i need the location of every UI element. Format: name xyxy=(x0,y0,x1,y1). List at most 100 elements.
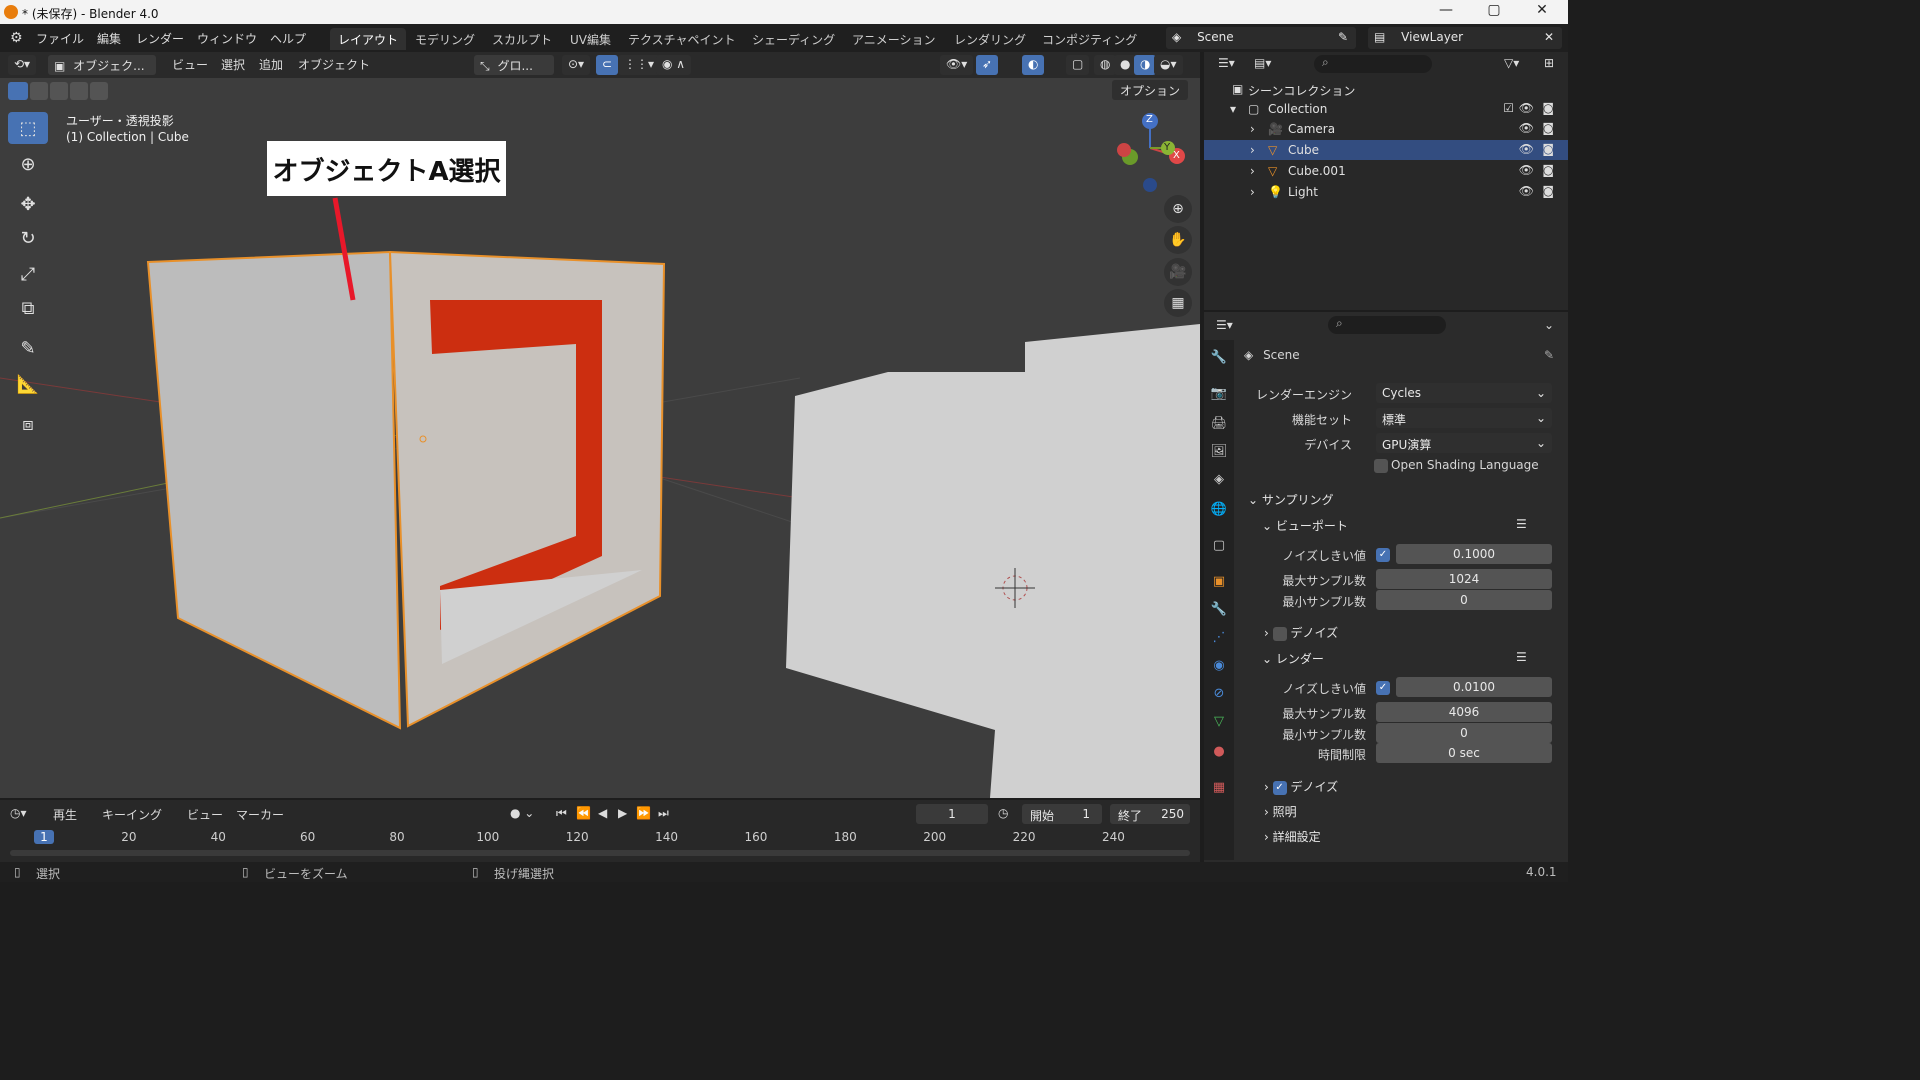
advanced-section[interactable]: › 詳細設定 xyxy=(1264,828,1321,845)
menu-select[interactable]: 選択 xyxy=(221,56,245,73)
sampling-section[interactable]: ⌄ サンプリング xyxy=(1248,491,1334,508)
viewport-denoise-checkbox[interactable] xyxy=(1272,626,1287,641)
menu-playback[interactable]: 再生 xyxy=(53,806,77,823)
transform-tool-icon[interactable]: ⧉ xyxy=(8,292,48,324)
prev-keyframe-icon[interactable]: ⏪ xyxy=(576,806,591,820)
render-camera-icon[interactable]: ◙ xyxy=(1542,121,1554,135)
view-layer-selector[interactable]: ▤ ViewLayer ✕ xyxy=(1368,27,1562,49)
list-icon[interactable]: ☰ xyxy=(1516,650,1527,664)
checkbox-icon[interactable]: ☑ xyxy=(1503,101,1514,115)
viewport-min-field[interactable]: 0 xyxy=(1376,590,1552,610)
osl-checkbox[interactable] xyxy=(1374,459,1388,473)
select-invert-icon[interactable] xyxy=(70,82,88,100)
scene-selector[interactable]: ◈ Scene ✎ xyxy=(1166,27,1356,49)
chevron-right-icon[interactable]: › xyxy=(1250,185,1255,199)
select-box-tool-icon[interactable]: ⬚ xyxy=(8,112,48,144)
play-icon[interactable]: ▶ xyxy=(618,806,627,820)
clock-icon[interactable]: ◷ xyxy=(998,806,1008,820)
outliner-search-input[interactable]: ⌕ xyxy=(1314,55,1432,73)
feature-set-dropdown[interactable]: 標準 ⌄ xyxy=(1376,408,1552,428)
menu-marker[interactable]: マーカー xyxy=(236,806,284,823)
proportional-edit-icon[interactable]: ◉ ∧ xyxy=(656,55,692,75)
tab-compositing[interactable]: コンポジティング xyxy=(1034,28,1145,50)
collection-tab-icon[interactable]: ▢ xyxy=(1210,538,1228,556)
pan-hand-icon[interactable]: ✋ xyxy=(1164,226,1192,254)
render-denoise-checkbox[interactable]: ✓ xyxy=(1272,780,1287,795)
world-tab-icon[interactable]: 🌐 xyxy=(1210,502,1228,520)
particles-tab-icon[interactable]: ⋰ xyxy=(1210,630,1228,648)
pin-icon[interactable]: ✎ xyxy=(1544,348,1554,362)
time-limit-field[interactable]: 0 sec xyxy=(1376,743,1552,763)
render-max-field[interactable]: 4096 xyxy=(1376,702,1552,722)
tab-animation[interactable]: アニメーション xyxy=(844,28,944,50)
measure-tool-icon[interactable]: 📐 xyxy=(8,368,48,400)
eye-icon[interactable]: 👁 xyxy=(1519,163,1534,177)
annotate-tool-icon[interactable]: ✎ xyxy=(8,332,48,364)
menu-file[interactable]: ファイル xyxy=(36,30,84,47)
menu-timeline-view[interactable]: ビュー xyxy=(187,806,223,823)
new-collection-icon[interactable]: ⊞ xyxy=(1544,56,1554,70)
start-frame-field[interactable]: 開始 1 xyxy=(1022,804,1102,824)
menu-edit[interactable]: 編集 xyxy=(97,30,121,47)
physics-tab-icon[interactable]: ◉ xyxy=(1210,658,1228,676)
lighting-section[interactable]: › 照明 xyxy=(1264,803,1297,820)
tab-layout[interactable]: レイアウト xyxy=(330,28,407,50)
render-camera-icon[interactable]: ◙ xyxy=(1542,101,1554,115)
outliner-item[interactable]: › 💡 Light 👁 ◙ xyxy=(1204,182,1568,202)
record-icon[interactable]: ● ⌄ xyxy=(510,806,534,820)
chevron-right-icon[interactable]: › xyxy=(1250,122,1255,136)
properties-search-input[interactable]: ⌕ xyxy=(1328,316,1446,334)
eye-icon[interactable]: 👁 xyxy=(1519,184,1534,198)
render-noise-field[interactable]: 0.0100 xyxy=(1396,677,1552,697)
select-extend-icon[interactable] xyxy=(30,82,48,100)
camera-view-icon[interactable]: 🎥 xyxy=(1164,258,1192,286)
viewport-denoise-section[interactable]: › デノイズ xyxy=(1264,624,1338,641)
outliner-item[interactable]: › 🎥 Camera 👁 ◙ xyxy=(1204,119,1568,139)
orthographic-grid-icon[interactable]: ▦ xyxy=(1164,289,1192,317)
viewport-subsection[interactable]: ⌄ ビューポート xyxy=(1262,517,1348,534)
eye-icon[interactable]: 👁 xyxy=(1519,142,1534,156)
render-camera-icon[interactable]: ◙ xyxy=(1542,142,1554,156)
rendered-shading-icon[interactable]: ◒▾ xyxy=(1154,55,1183,75)
render-engine-dropdown[interactable]: Cycles ⌄ xyxy=(1376,383,1552,403)
select-intersect-icon[interactable] xyxy=(90,82,108,100)
outliner-item[interactable]: › ▽ Cube 👁 ◙ xyxy=(1204,140,1568,160)
constraints-tab-icon[interactable]: ⊘ xyxy=(1210,686,1228,704)
blender-menu-icon[interactable]: ⚙ xyxy=(10,30,23,46)
3d-viewport[interactable]: ユーザー・透視投影 (1) Collection | Cube オプション Z … xyxy=(0,78,1200,798)
render-camera-icon[interactable]: ◙ xyxy=(1542,163,1554,177)
zoom-icon[interactable]: ⊕ xyxy=(1164,195,1192,223)
menu-keying[interactable]: キーイング xyxy=(102,806,162,823)
minimize-button[interactable]: — xyxy=(1434,2,1458,18)
texture-tab-icon[interactable]: ▦ xyxy=(1210,780,1228,798)
options-dropdown[interactable]: オプション xyxy=(1112,80,1189,100)
chevron-right-icon[interactable]: › xyxy=(1250,164,1255,178)
filter-icon[interactable]: ▽▾ xyxy=(1504,56,1519,70)
end-frame-field[interactable]: 終了 250 xyxy=(1110,804,1190,824)
outliner-item[interactable]: › ▽ Cube.001 👁 ◙ xyxy=(1204,161,1568,181)
tab-sculpt[interactable]: スカルプト xyxy=(484,28,560,50)
maximize-button[interactable]: ▢ xyxy=(1482,2,1506,18)
close-button[interactable]: ✕ xyxy=(1530,2,1554,18)
scale-tool-icon[interactable]: ⤢ xyxy=(8,258,48,290)
jump-start-icon[interactable]: ⏮ xyxy=(556,806,567,821)
jump-end-icon[interactable]: ⏭ xyxy=(658,806,669,821)
list-icon[interactable]: ☰ xyxy=(1516,517,1527,531)
snap-icon[interactable]: ⊂ xyxy=(596,55,619,75)
object-tab-icon[interactable]: ▣ xyxy=(1210,574,1228,592)
display-mode-icon[interactable]: ▤▾ xyxy=(1254,56,1271,70)
timeline-scrollbar[interactable] xyxy=(10,850,1190,856)
editor-type-icon[interactable]: ⟲▾ xyxy=(8,55,37,75)
visibility-icon[interactable]: 👁▾ xyxy=(940,55,974,75)
mode-dropdown[interactable]: ▣ オブジェク... xyxy=(48,55,156,75)
menu-window[interactable]: ウィンドウ xyxy=(197,30,257,47)
tool-tab-icon[interactable]: 🔧 xyxy=(1210,350,1228,368)
viewport-max-field[interactable]: 1024 xyxy=(1376,569,1552,589)
tab-uv-editing[interactable]: UV編集 xyxy=(562,28,619,50)
device-dropdown[interactable]: GPU演算 ⌄ xyxy=(1376,433,1552,453)
modifier-tab-icon[interactable]: 🔧 xyxy=(1210,602,1228,620)
select-subtract-icon[interactable] xyxy=(50,82,68,100)
render-tab-icon[interactable]: 📷 xyxy=(1210,386,1228,404)
viewport-noise-checkbox[interactable]: ✓ xyxy=(1376,548,1390,562)
data-tab-icon[interactable]: ▽ xyxy=(1210,714,1228,732)
